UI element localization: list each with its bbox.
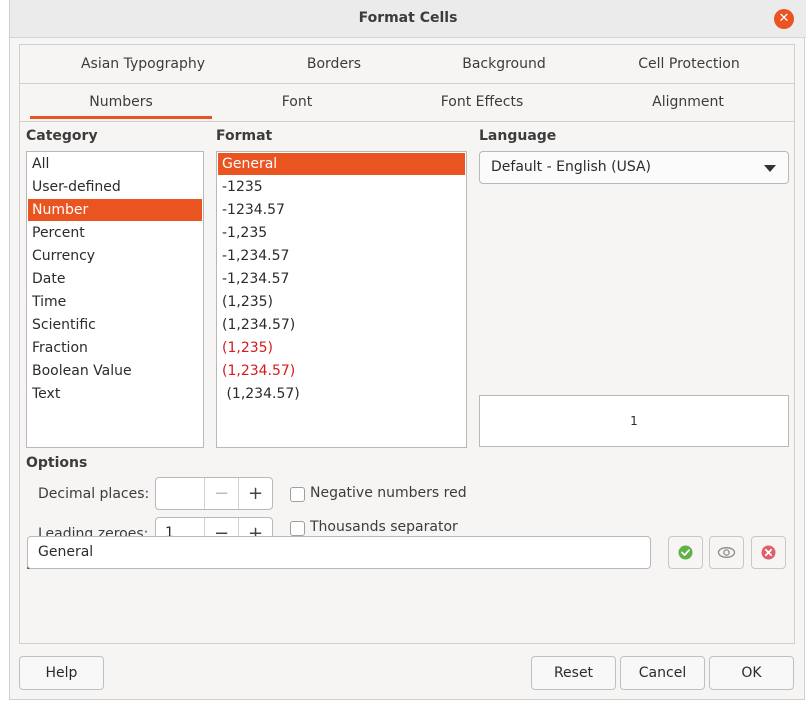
preview-value: 1 — [630, 414, 638, 428]
format-list[interactable]: General -1235 -1234.57 -1,235 -1,234.57 … — [216, 151, 467, 448]
format-code-input[interactable]: General — [27, 536, 651, 569]
plus-icon: + — [247, 483, 264, 504]
format-item[interactable]: -1,234.57 — [218, 245, 465, 267]
format-item[interactable]: -1234.57 — [218, 199, 465, 221]
negative-numbers-red-checkbox[interactable] — [290, 487, 305, 502]
delete-circle-icon — [761, 545, 776, 560]
help-button[interactable]: Help — [19, 656, 104, 690]
format-item[interactable]: (1,234.57) — [218, 383, 465, 405]
tab-font-effects[interactable]: Font Effects — [382, 85, 582, 119]
category-item-number[interactable]: Number — [28, 199, 202, 221]
format-preview: 1 — [479, 395, 789, 447]
thousands-separator-label[interactable]: Thousands separator — [310, 519, 458, 535]
options-label: Options — [26, 455, 88, 471]
language-dropdown[interactable]: Default - English (USA) — [479, 151, 789, 184]
negative-numbers-red-label[interactable]: Negative numbers red — [310, 485, 467, 501]
language-value: Default - English (USA) — [491, 159, 652, 175]
delete-format-code-button[interactable] — [751, 536, 786, 569]
category-item-boolean-value[interactable]: Boolean Value — [28, 360, 202, 382]
format-item-negative-red[interactable]: (1,234.57) — [218, 360, 465, 382]
thousands-separator-checkbox[interactable] — [290, 521, 305, 536]
decimal-places-decrement-button[interactable]: − — [204, 478, 238, 509]
close-icon: ✕ — [778, 11, 790, 26]
format-code-value[interactable]: General — [38, 544, 93, 560]
category-item-fraction[interactable]: Fraction — [28, 337, 202, 359]
format-item[interactable]: General — [218, 153, 465, 175]
category-item-currency[interactable]: Currency — [28, 245, 202, 267]
format-item[interactable]: -1,234.57 — [218, 268, 465, 290]
format-item[interactable]: -1,235 — [218, 222, 465, 244]
tab-cell-protection[interactable]: Cell Protection — [594, 47, 784, 81]
category-item-scientific[interactable]: Scientific — [28, 314, 202, 336]
view-comment-button[interactable] — [709, 536, 744, 569]
tab-alignment[interactable]: Alignment — [582, 85, 794, 119]
tab-borders[interactable]: Borders — [254, 47, 414, 81]
category-label: Category — [26, 128, 98, 144]
tab-asian-typography[interactable]: Asian Typography — [32, 47, 254, 81]
tab-row-divider — [20, 83, 794, 84]
category-item-text[interactable]: Text — [28, 383, 202, 405]
language-label: Language — [479, 128, 557, 144]
decimal-places-spinner[interactable]: − + — [155, 477, 273, 510]
decimal-places-increment-button[interactable]: + — [238, 478, 272, 509]
format-item[interactable]: (1,235) — [218, 291, 465, 313]
category-list[interactable]: All User-defined Number Percent Currency… — [26, 151, 204, 448]
cancel-button[interactable]: Cancel — [620, 656, 705, 690]
decimal-places-label: Decimal places: — [38, 486, 150, 502]
format-item[interactable]: -1235 — [218, 176, 465, 198]
tab-numbers[interactable]: Numbers — [30, 85, 212, 119]
minus-icon: − — [213, 483, 230, 504]
tab-font[interactable]: Font — [212, 85, 382, 119]
tab-background[interactable]: Background — [414, 47, 594, 81]
chevron-down-icon — [764, 165, 776, 172]
category-item-all[interactable]: All — [28, 153, 202, 175]
category-item-percent[interactable]: Percent — [28, 222, 202, 244]
format-item[interactable]: (1,234.57) — [218, 314, 465, 336]
ok-button[interactable]: OK — [709, 656, 794, 690]
accept-format-code-button[interactable] — [668, 536, 703, 569]
title-bar: Format Cells ✕ — [10, 0, 806, 38]
eye-icon — [717, 547, 736, 558]
reset-button[interactable]: Reset — [531, 656, 616, 690]
close-button[interactable]: ✕ — [774, 9, 794, 29]
format-item-negative-red[interactable]: (1,235) — [218, 337, 465, 359]
format-label: Format — [216, 128, 273, 144]
category-item-user-defined[interactable]: User-defined — [28, 176, 202, 198]
tab-content-divider — [20, 121, 794, 122]
category-item-date[interactable]: Date — [28, 268, 202, 290]
format-cells-dialog: Format Cells ✕ Asian Typography Borders … — [9, 0, 806, 700]
dialog-title: Format Cells — [358, 10, 458, 26]
check-circle-icon — [678, 545, 693, 560]
category-item-time[interactable]: Time — [28, 291, 202, 313]
